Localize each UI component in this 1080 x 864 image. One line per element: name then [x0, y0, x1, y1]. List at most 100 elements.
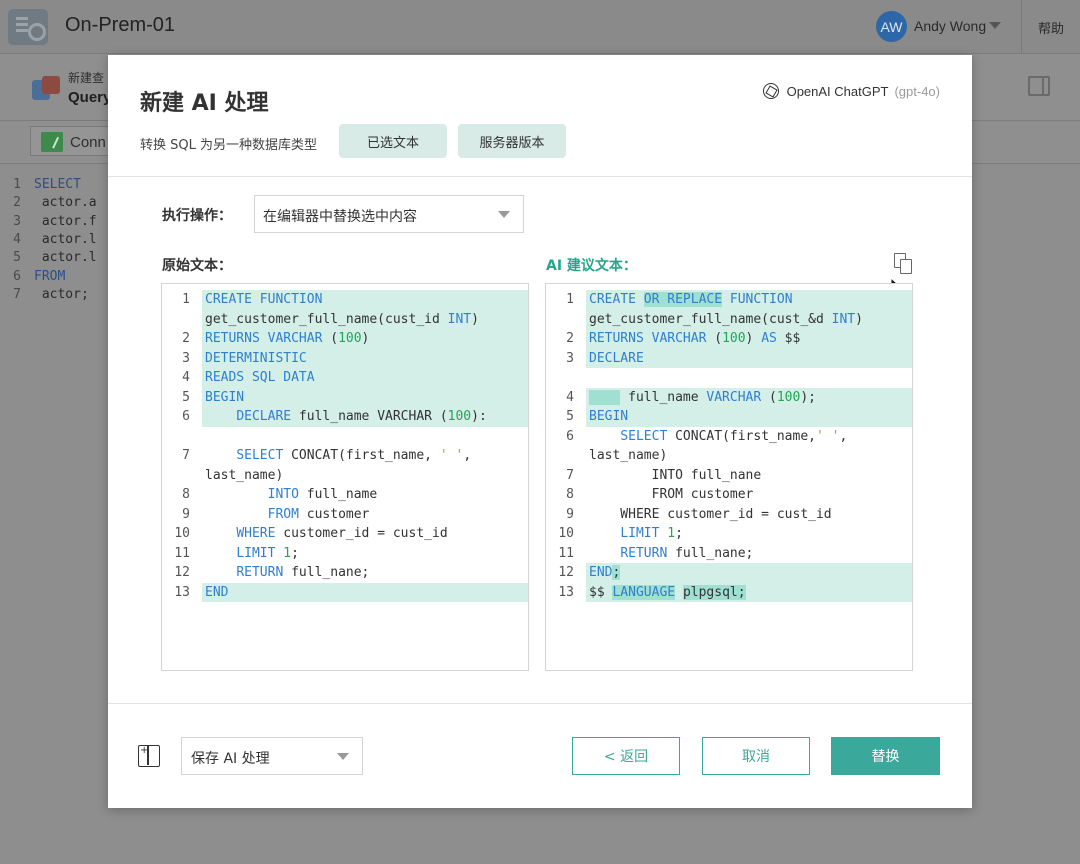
code-line: 6 DECLARE full_name VARCHAR (100):	[162, 407, 528, 427]
editor-line-text: actor;	[34, 286, 89, 302]
code-text: READS SQL DATA	[205, 370, 315, 385]
editor-line-text: FROM	[34, 268, 66, 284]
line-number: 10	[174, 526, 190, 541]
code-text: RETURNS VARCHAR (100) AS $$	[589, 331, 801, 346]
operation-label: 执行操作：	[162, 208, 232, 224]
chevron-down-icon	[337, 753, 349, 760]
line-number: 6	[182, 409, 190, 424]
code-line: 12 END;	[546, 563, 912, 583]
replace-button[interactable]: 替换	[831, 737, 940, 775]
line-number: 2	[182, 331, 190, 346]
diff-highlight	[586, 563, 912, 583]
app-logo-icon[interactable]	[8, 9, 48, 45]
code-text: get_customer_full_name(cust_&d INT)	[589, 311, 863, 327]
code-line: 11 RETURN full_nane;	[546, 544, 912, 564]
code-line: 10 WHERE customer_id = cust_id	[162, 524, 528, 544]
code-text: last_name)	[589, 448, 668, 463]
code-text: END;	[589, 565, 621, 580]
server-version-chip[interactable]: 服务器版本	[458, 124, 566, 158]
code-line: 13 $$ LANGUAGE plpgsql;	[546, 582, 912, 602]
chevron-down-icon	[498, 211, 510, 218]
topbar-divider	[1021, 0, 1022, 54]
openai-icon	[762, 83, 779, 99]
original-text-label: 原始文本：	[162, 258, 232, 274]
code-line: 4 full_name VARCHAR (100);	[546, 387, 912, 408]
code-text: DETERMINISTIC	[205, 350, 307, 366]
code-text: $$ LANGUAGE plpgsql;	[589, 584, 746, 600]
save-ai-process-select[interactable]: 保存 AI 处理	[181, 737, 363, 775]
ai-model-name: (gpt-4o)	[894, 83, 940, 99]
editor-line: 5 actor.l	[0, 250, 97, 268]
code-text: END	[205, 584, 229, 600]
original-code-pane[interactable]: 1 CREATE FUNCTION get_customer_full_name(c…	[161, 283, 529, 671]
line-number: 4	[182, 370, 190, 385]
ai-provider: OpenAI ChatGPT (gpt-4o)	[762, 83, 940, 99]
code-line: 3 DECLARE	[546, 348, 912, 368]
help-link[interactable]: 帮助	[1038, 18, 1064, 37]
code-text: DECLARE full_name VARCHAR (100):	[236, 409, 487, 424]
panel-toggle-icon[interactable]	[1028, 76, 1050, 96]
line-number: 4	[566, 389, 574, 405]
editor-line-number: 3	[13, 213, 21, 229]
code-line: 3 DETERMINISTIC	[162, 348, 528, 368]
code-line: last_name)	[546, 446, 912, 466]
split-layout-icon[interactable]	[138, 745, 160, 767]
line-number: 7	[566, 467, 574, 483]
code-line: 5 BEGIN	[162, 387, 528, 407]
editor-line: 7 actor;	[0, 287, 89, 305]
operation-select-value: 在编辑器中替换选中内容	[263, 209, 417, 225]
line-number: 11	[174, 545, 190, 561]
code-text: LIMIT 1;	[620, 526, 683, 541]
code-text: last_name)	[205, 467, 284, 483]
line-number: 3	[182, 350, 190, 366]
user-name[interactable]: Andy Wong	[914, 18, 986, 34]
line-number: 13	[174, 584, 190, 600]
copy-icon[interactable]	[894, 253, 914, 275]
code-text: RETURNS VARCHAR (100)	[205, 331, 370, 346]
code-line: 6 SELECT CONCAT(first_name,' ',	[546, 427, 912, 447]
code-line: get_customer_full_name(cust_id INT)	[162, 309, 528, 329]
line-number: 2	[566, 331, 574, 346]
code-line: 1 CREATE OR REPLACE FUNCTION	[546, 290, 912, 310]
connection-label: Conn	[70, 134, 106, 151]
selected-text-chip[interactable]: 已选文本	[339, 124, 447, 158]
diff-highlight	[202, 582, 528, 602]
app-title: On-Prem-01	[65, 14, 176, 36]
code-text: WHERE customer_id = cust_id	[236, 526, 448, 541]
footer-divider	[108, 703, 972, 704]
query-title: Query	[68, 89, 112, 106]
chevron-down-icon[interactable]	[989, 22, 1001, 29]
code-text: BEGIN	[205, 389, 245, 405]
line-number: 12	[558, 565, 574, 580]
code-text: SELECT CONCAT(first_name,' ',	[620, 428, 848, 444]
operation-select[interactable]: 在编辑器中替换选中内容	[254, 195, 524, 233]
code-text: full_name VARCHAR (100);	[589, 388, 816, 408]
editor-line: 6 FROM	[0, 269, 65, 287]
cancel-button[interactable]: 取消	[702, 737, 810, 775]
line-number: 6	[566, 428, 574, 444]
code-text: CREATE FUNCTION	[205, 292, 323, 307]
code-line: 7 SELECT CONCAT(first_name, ' ',	[162, 446, 528, 466]
code-line: 10 LIMIT 1;	[546, 524, 912, 544]
code-text: BEGIN	[589, 409, 629, 424]
code-line: get_customer_full_name(cust_&d INT)	[546, 309, 912, 329]
editor-line-number: 4	[13, 231, 21, 247]
connection-icon	[41, 132, 63, 152]
save-select-value: 保存 AI 处理	[191, 751, 270, 767]
editor-line-number: 5	[13, 250, 21, 266]
line-number: 1	[182, 292, 190, 307]
ai-code-pane[interactable]: 1 CREATE OR REPLACE FUNCTION get_customer_…	[545, 283, 913, 671]
line-number: 7	[182, 448, 190, 463]
code-line: 4 READS SQL DATA	[162, 368, 528, 388]
code-text: FROM customer	[589, 487, 754, 502]
user-avatar[interactable]: AW	[876, 11, 907, 42]
editor-line-number: 6	[13, 268, 21, 284]
line-number: 5	[182, 389, 190, 405]
ai-suggested-text-label: AI 建议文本：	[546, 258, 637, 274]
back-button[interactable]: < 返回	[572, 737, 680, 775]
editor-line: 4 actor.l	[0, 232, 97, 250]
code-text: get_customer_full_name(cust_id INT)	[205, 311, 479, 327]
editor-line-number: 7	[13, 286, 21, 302]
